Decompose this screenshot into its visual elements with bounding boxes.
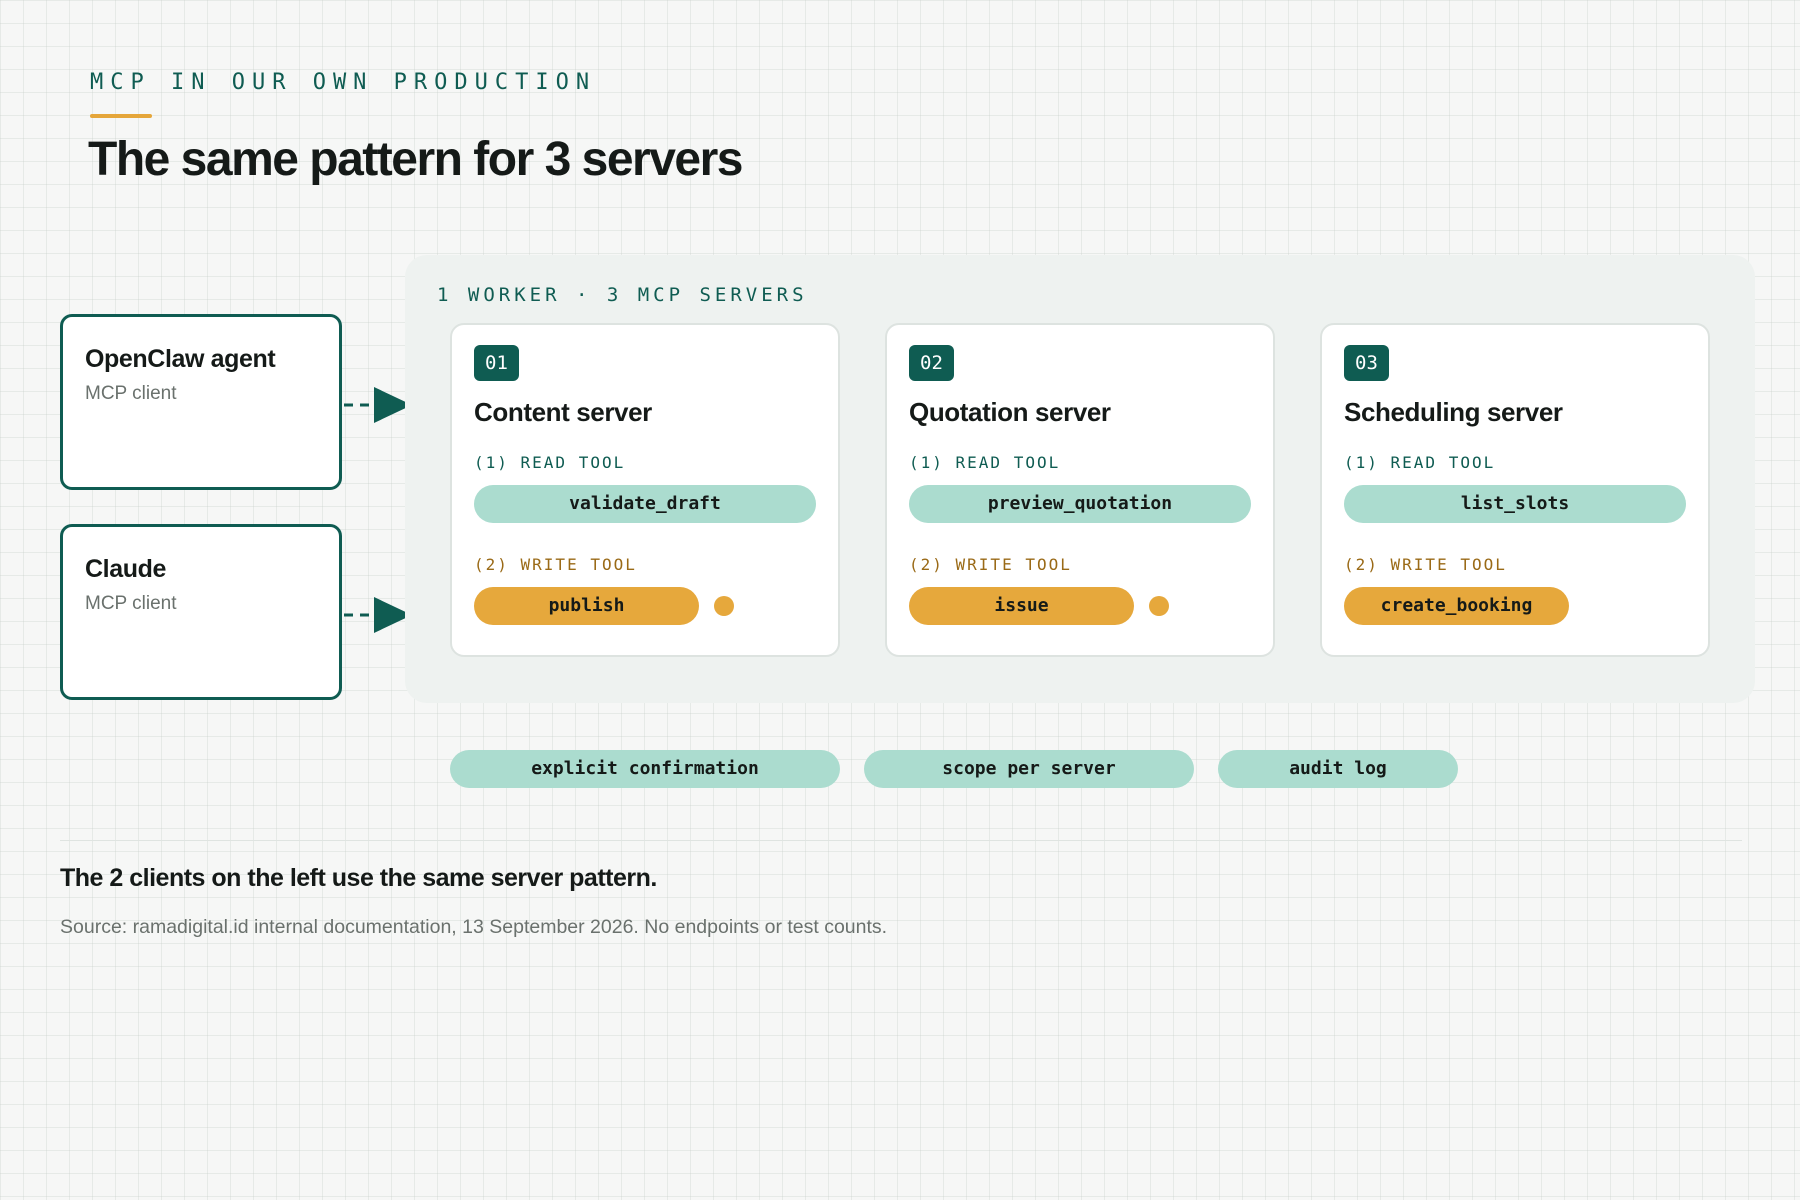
write-tool-label: (2) WRITE TOOL <box>909 555 1072 574</box>
write-tool-pill: issue <box>909 587 1134 625</box>
footer-divider <box>60 840 1742 841</box>
server-number-badge: 02 <box>909 345 954 381</box>
server-name: Content server <box>474 397 652 427</box>
server-card-quotation: 02 Quotation server (1) READ TOOL previe… <box>885 323 1275 657</box>
confirmation-dot-icon <box>714 596 734 616</box>
dashed-arrow-icon <box>344 387 412 423</box>
read-tool-label: (1) READ TOOL <box>474 453 626 472</box>
confirmation-dot-icon <box>1149 596 1169 616</box>
eyebrow-accent-rule <box>90 114 152 118</box>
principle-chip-scope: scope per server <box>864 750 1194 788</box>
read-tool-label: (1) READ TOOL <box>1344 453 1496 472</box>
worker-label: 1 WORKER · 3 MCP SERVERS <box>437 284 808 306</box>
write-tool-label: (2) WRITE TOOL <box>1344 555 1507 574</box>
client-card-claude: Claude MCP client <box>60 524 342 700</box>
client-role: MCP client <box>85 593 177 614</box>
server-card-content: 01 Content server (1) READ TOOL validate… <box>450 323 840 657</box>
principle-chip-confirmation: explicit confirmation <box>450 750 840 788</box>
client-name: Claude <box>85 555 166 583</box>
summary-text: The 2 clients on the left use the same s… <box>60 864 657 892</box>
client-card-openclaw: OpenClaw agent MCP client <box>60 314 342 490</box>
server-name: Quotation server <box>909 397 1111 427</box>
write-tool-pill: create_booking <box>1344 587 1569 625</box>
worker-panel: 1 WORKER · 3 MCP SERVERS 01 Content serv… <box>405 255 1755 703</box>
server-number-badge: 03 <box>1344 345 1389 381</box>
source-note: Source: ramadigital.id internal document… <box>60 916 888 938</box>
read-tool-pill: list_slots <box>1344 485 1686 523</box>
principle-chip-audit: audit log <box>1218 750 1458 788</box>
write-tool-label: (2) WRITE TOOL <box>474 555 637 574</box>
server-card-scheduling: 03 Scheduling server (1) READ TOOL list_… <box>1320 323 1710 657</box>
page-title: The same pattern for 3 servers <box>88 133 743 186</box>
read-tool-pill: validate_draft <box>474 485 816 523</box>
dashed-arrow-icon <box>344 597 412 633</box>
server-number-badge: 01 <box>474 345 519 381</box>
server-name: Scheduling server <box>1344 397 1563 427</box>
eyebrow-label: MCP IN OUR OWN PRODUCTION <box>90 70 597 95</box>
client-role: MCP client <box>85 383 177 404</box>
client-name: OpenClaw agent <box>85 345 276 373</box>
write-tool-pill: publish <box>474 587 699 625</box>
read-tool-pill: preview_quotation <box>909 485 1251 523</box>
read-tool-label: (1) READ TOOL <box>909 453 1061 472</box>
